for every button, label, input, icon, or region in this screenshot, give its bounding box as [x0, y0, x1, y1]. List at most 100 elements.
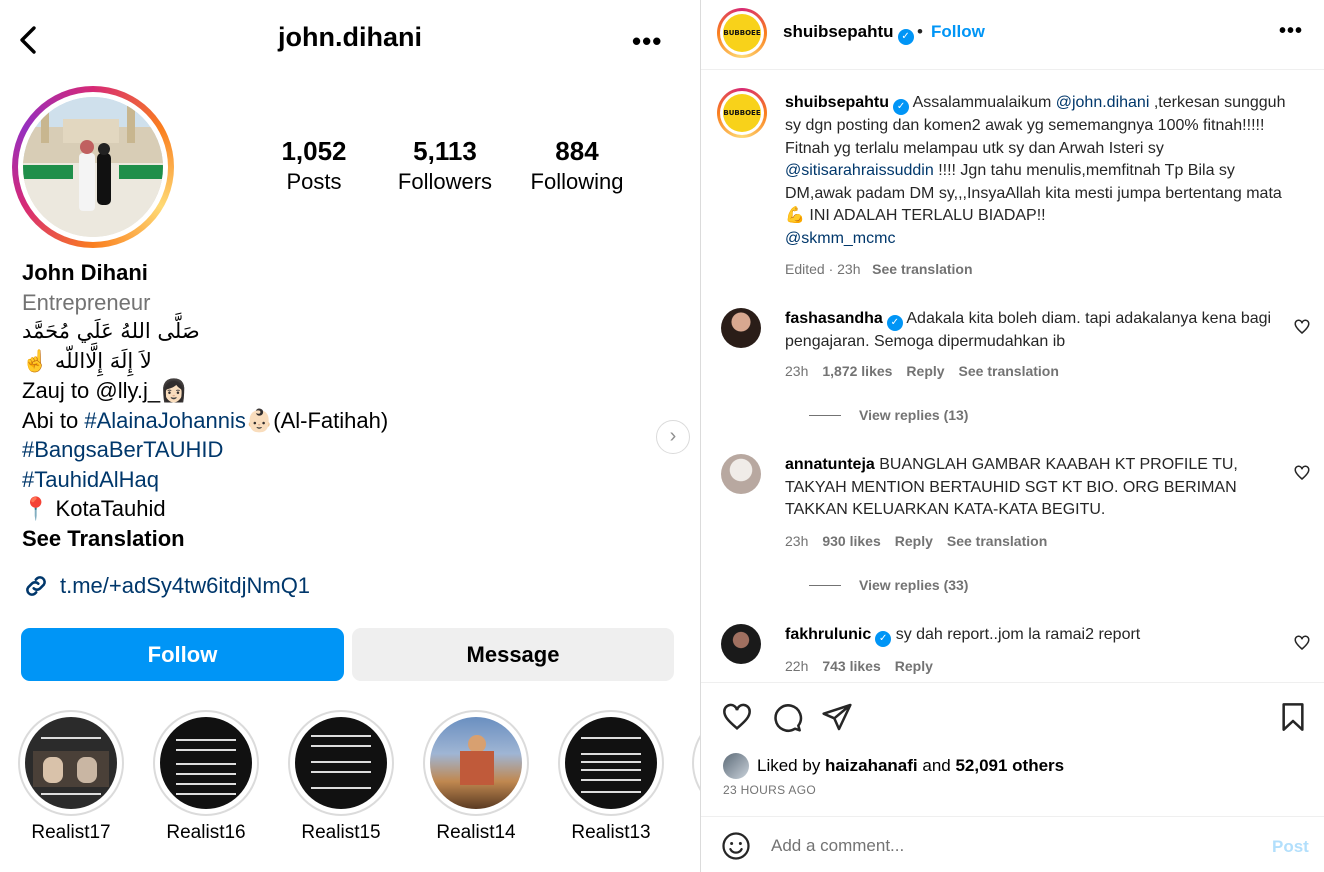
posts-label: Posts [286, 169, 342, 194]
profile-username-title: john.dihani [278, 22, 422, 52]
location-pin-icon: 📍 [22, 496, 50, 521]
profile-panel: john.dihani ••• 1,052 Posts 5,113 Follow… [0, 0, 700, 872]
comment-bubble-icon[interactable] [771, 701, 803, 733]
liked-by-others[interactable]: 52,091 others [955, 756, 1064, 775]
following-stat[interactable]: 884 Following [520, 136, 634, 195]
follow-button[interactable]: Follow [21, 628, 344, 681]
post-header: BUBBOEE shuibsepahtu ✓ • Follow ••• [701, 0, 1324, 70]
comment-avatar[interactable] [721, 308, 761, 348]
see-translation-link[interactable]: See Translation [22, 524, 662, 554]
bio-location: KotaTauhid [55, 496, 166, 521]
view-replies-button[interactable]: View replies (13) [809, 407, 968, 423]
post-caption: shuibsepahtu ✓ Assalammualaikum @john.dih… [785, 92, 1295, 281]
bio-hashtag-alaina[interactable]: #AlainaJohannis [84, 408, 245, 433]
external-link-text[interactable]: t.me/+adSy4tw6itdjNmQ1 [60, 573, 310, 599]
caption-see-translation[interactable]: See translation [872, 261, 972, 277]
caption-author-avatar[interactable]: BUBBOEE [717, 88, 767, 138]
highlight-item[interactable]: Realist15 [288, 710, 394, 844]
profile-full-name: John Dihani [22, 260, 148, 285]
highlight-label: Realist15 [301, 822, 381, 843]
more-options-icon[interactable]: ••• [632, 26, 662, 57]
comment-meta: 23h 930 likes Reply See translation [785, 533, 1048, 549]
highlight-item-partial[interactable] [692, 710, 700, 816]
comment-see-translation[interactable]: See translation [959, 363, 1059, 379]
post-actions: Liked by haizahanafi and 52,091 others 2… [701, 682, 1324, 816]
add-comment-bar: Post [701, 816, 1324, 872]
external-link[interactable]: t.me/+adSy4tw6itdjNmQ1 [22, 572, 310, 600]
bio-zauj-text[interactable]: Zauj to @lly.j_ [22, 378, 160, 403]
profile-avatar[interactable] [12, 86, 174, 248]
comment-like-heart-icon[interactable] [1293, 464, 1311, 482]
profile-category: Entrepreneur [22, 289, 151, 315]
comment-avatar[interactable] [721, 454, 761, 494]
comment-avatar[interactable] [721, 624, 761, 664]
mention-john-dihani[interactable]: @john.dihani [1056, 94, 1150, 111]
bio-zauj-line: Zauj to @lly.j_👩🏻 [22, 376, 662, 406]
comment-like-heart-icon[interactable] [1293, 634, 1311, 652]
link-icon [26, 576, 46, 596]
comment-likes[interactable]: 930 likes [822, 533, 880, 549]
liked-by-line: Liked by haizahanafi and 52,091 others [723, 753, 1064, 779]
followers-count: 5,113 [413, 136, 477, 166]
post-author-name[interactable]: shuibsepahtu ✓ [783, 22, 914, 45]
posts-count: 1,052 [281, 136, 347, 166]
comment-username[interactable]: fashasandha [785, 310, 883, 327]
verified-badge-icon: ✓ [897, 29, 914, 45]
highlight-label: Realist13 [571, 822, 651, 843]
woman-emoji: 👩🏻 [160, 378, 188, 403]
comment-likes[interactable]: 743 likes [822, 658, 880, 674]
caption-text: Assalammualaikum [912, 94, 1056, 111]
comment-like-heart-icon[interactable] [1293, 318, 1311, 336]
emoji-smiley-icon[interactable] [721, 831, 751, 861]
share-paper-plane-icon[interactable] [821, 701, 853, 733]
verified-badge-icon: ✓ [875, 631, 892, 647]
comment-reply-button[interactable]: Reply [895, 658, 933, 674]
bio-location-line: 📍 KotaTauhid [22, 494, 662, 524]
mention-sitisarah[interactable]: @sitisarahraissuddin [785, 162, 934, 179]
bio-hashtag-bangsa[interactable]: #BangsaBerTAUHID [22, 435, 662, 465]
verified-badge-icon: ✓ [893, 99, 910, 115]
highlight-label: Realist16 [166, 822, 246, 843]
add-comment-input[interactable] [771, 831, 1231, 861]
followers-stat[interactable]: 5,113 Followers [380, 136, 510, 195]
caption-meta: Edited · 23h See translation [785, 258, 1295, 281]
bio-hashtag-tauhid[interactable]: #TauhidAlHaq [22, 465, 662, 495]
comment-reply-button[interactable]: Reply [895, 533, 933, 549]
following-count: 884 [555, 136, 599, 166]
like-heart-icon[interactable] [721, 701, 753, 733]
comment-reply-button[interactable]: Reply [906, 363, 944, 379]
highlight-label: Realist17 [31, 822, 111, 843]
view-replies-button[interactable]: View replies (33) [809, 577, 968, 593]
comment-text: fakhrulunic ✓ sy dah report..jom la ramai… [785, 624, 1285, 647]
mention-skmm[interactable]: @skmm_mcmc [785, 230, 895, 247]
comment-likes[interactable]: 1,872 likes [822, 363, 892, 379]
comment-text: fashasandha ✓ Adakala kita boleh diam. ta… [785, 310, 1272, 350]
following-label: Following [530, 169, 624, 194]
comment-username[interactable]: annatunteja [785, 456, 875, 473]
liked-by-user[interactable]: haizahanafi [825, 756, 918, 775]
posts-stat: 1,052 Posts [264, 136, 364, 195]
highlight-item[interactable]: Realist13 [558, 710, 664, 844]
caption-author[interactable]: shuibsepahtu [785, 94, 889, 111]
liked-by-avatar[interactable] [723, 753, 749, 779]
save-bookmark-icon[interactable] [1277, 701, 1309, 733]
comment-see-translation[interactable]: See translation [947, 533, 1047, 549]
post-follow-button[interactable]: Follow [931, 22, 985, 42]
highlight-item[interactable]: Realist17 [18, 710, 124, 844]
bio-arabic-line-1: صَلَّى اللهُ عَلَي مُحَمَّد [22, 319, 200, 343]
caption-time: Edited · 23h [785, 261, 861, 277]
highlight-item[interactable]: Realist16 [153, 710, 259, 844]
highlight-item[interactable]: Realist14 [423, 710, 529, 844]
bio-arabic-line-2: لاَ إِلَهَ إِلَّااللّه ☝️ [22, 348, 152, 373]
comment-meta: 23h 1,872 likes Reply See translation [785, 363, 1059, 379]
comment-username[interactable]: fakhrulunic [785, 626, 871, 643]
bio-abi-suffix: (Al-Fatihah) [273, 407, 389, 433]
post-more-options-icon[interactable]: ••• [1279, 20, 1303, 43]
comment-text: annatunteja BUANGLAH GAMBAR KAABAH KT PR… [785, 456, 1238, 518]
separator-dot: • [917, 22, 923, 41]
post-comment-button[interactable]: Post [1272, 837, 1309, 857]
chevron-right-icon[interactable]: › [656, 420, 690, 454]
message-button[interactable]: Message [352, 628, 674, 681]
author-avatar[interactable]: BUBBOEE [717, 8, 767, 58]
verified-badge-icon: ✓ [886, 315, 903, 331]
